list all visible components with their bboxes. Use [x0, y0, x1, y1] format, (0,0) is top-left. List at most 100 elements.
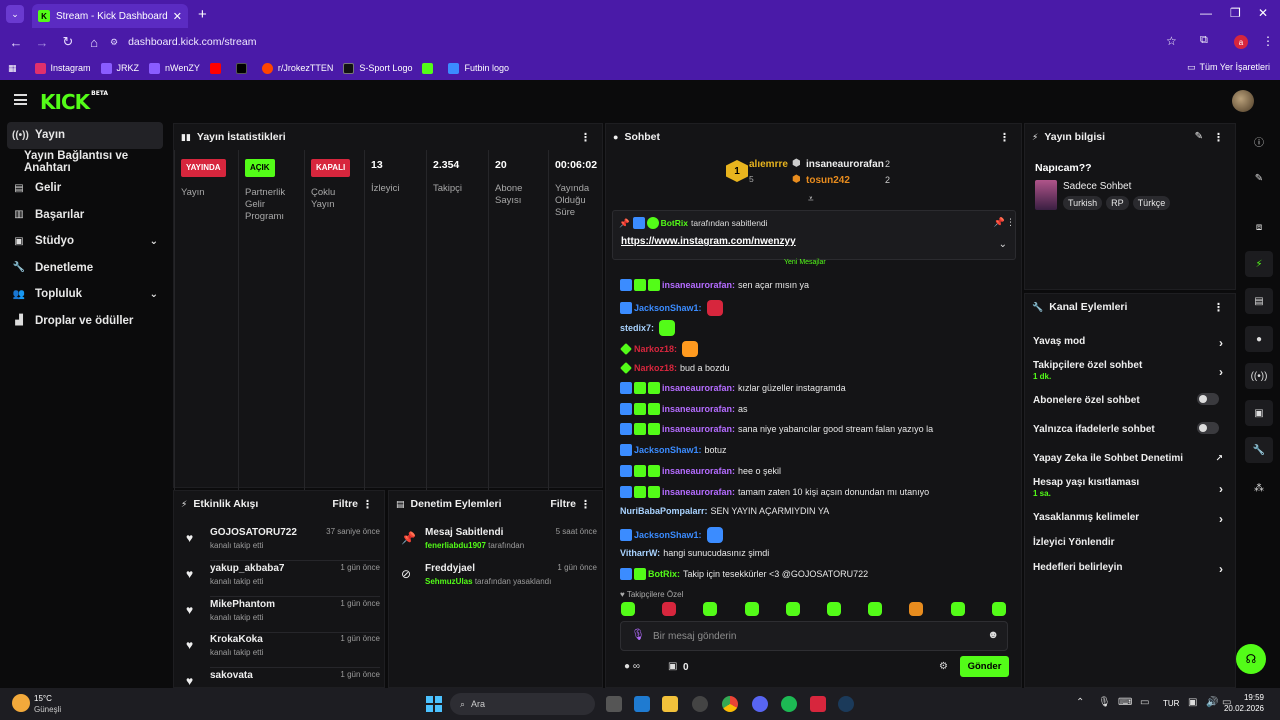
sidebar-item-denetleme[interactable]: 🔧 Denetleme: [0, 255, 170, 282]
home-icon[interactable]: ⌂: [82, 35, 106, 50]
sidebar-item-topluluk[interactable]: 👥 Topluluk ⌄: [0, 281, 170, 308]
more-icon[interactable]: ⋮: [362, 498, 373, 511]
chat-username[interactable]: Narkoz18:: [634, 344, 677, 354]
leader-2-name[interactable]: insaneaurorafan: [806, 159, 884, 170]
chat-username[interactable]: BotRix:: [648, 569, 680, 579]
extensions-icon[interactable]: ⧉: [1200, 34, 1208, 47]
category-name[interactable]: Sadece Sohbet: [1063, 181, 1131, 192]
pinned-link[interactable]: https://www.instagram.com/nwenzyy: [621, 236, 796, 247]
sidebar-item-stream-key[interactable]: Yayın Bağlantısı ve Anahtarı: [0, 149, 170, 176]
emote-button[interactable]: [703, 602, 718, 616]
clipboard-icon[interactable]: ▤: [1245, 288, 1273, 314]
chat-username[interactable]: insaneaurorafan:: [662, 383, 735, 393]
chrome-icon[interactable]: [722, 696, 738, 712]
tag[interactable]: Turkish: [1063, 196, 1103, 210]
new-tab-icon[interactable]: +: [198, 6, 207, 23]
tab-search-icon[interactable]: ⌄: [6, 5, 24, 23]
action-goals[interactable]: Hedefleri belirleyin ›: [1033, 562, 1227, 576]
volume-icon[interactable]: 🔊: [1206, 697, 1218, 708]
language-indicator[interactable]: TUR: [1163, 699, 1179, 708]
chat-bubble-icon[interactable]: ●: [1245, 326, 1273, 352]
forward-icon[interactable]: →: [30, 35, 54, 50]
edit-icon[interactable]: ✎: [1245, 165, 1273, 191]
bookmark-youtube-icon[interactable]: [209, 62, 226, 74]
tab-close-icon[interactable]: ✕: [173, 10, 182, 23]
screen-icon[interactable]: ⧈: [1245, 214, 1273, 240]
emote-button[interactable]: [950, 602, 965, 616]
app-icon[interactable]: [692, 696, 708, 712]
settings-icon[interactable]: ⚙: [939, 661, 948, 672]
category-thumbnail[interactable]: [1035, 180, 1057, 210]
chat-username[interactable]: insaneaurorafan:: [662, 280, 735, 290]
more-icon[interactable]: ⋮: [999, 131, 1010, 144]
bookmark-star-icon[interactable]: ☆: [1166, 34, 1177, 48]
emote-button[interactable]: [785, 602, 800, 616]
emoji-icon[interactable]: ☻: [987, 629, 999, 641]
chat-input-box[interactable]: 🎙 Bir mesaj gönderin ☻: [620, 621, 1008, 651]
action-emote-only[interactable]: Yalnızca ifadelerle sohbet: [1033, 422, 1227, 435]
weather-icon[interactable]: [12, 694, 30, 712]
chat-username[interactable]: JacksonShaw1:: [634, 530, 702, 540]
chat-username[interactable]: insaneaurorafan:: [662, 404, 735, 414]
site-info-icon[interactable]: ⚙: [110, 37, 118, 48]
chat-username[interactable]: insaneaurorafan:: [662, 487, 735, 497]
sidebar-item-droplar[interactable]: ▟ Droplar ve ödüller: [0, 308, 170, 335]
back-icon[interactable]: ←: [4, 35, 28, 50]
url-field[interactable]: ⚙ dashboard.kick.com/stream: [104, 30, 1184, 54]
lightning-icon[interactable]: ⚡: [1245, 251, 1273, 277]
leader-3-name[interactable]: tosun242: [806, 175, 850, 186]
close-window-icon[interactable]: ✕: [1258, 6, 1268, 20]
network-icon[interactable]: ▣: [1188, 697, 1197, 708]
bookmark-jrkz[interactable]: JRKZ: [100, 62, 139, 74]
bookmark-futbin[interactable]: Futbin logo: [448, 62, 509, 74]
game-app-icon[interactable]: [810, 696, 826, 712]
minimize-icon[interactable]: —: [1200, 6, 1212, 20]
chat-username[interactable]: NuriBabaPompalarr:: [620, 506, 708, 516]
kick-logo[interactable]: KICK BETA: [40, 90, 108, 114]
action-sub-chat[interactable]: Abonelere özel sohbet: [1033, 393, 1227, 406]
keyboard-icon[interactable]: ⌨: [1118, 697, 1132, 708]
steam-icon[interactable]: [838, 696, 854, 712]
emote-button[interactable]: [868, 602, 883, 616]
bookmark-kick-icon[interactable]: [422, 62, 438, 74]
browser-tab[interactable]: K Stream - Kick Dashboard ✕: [32, 4, 188, 28]
more-icon[interactable]: ⋮: [580, 498, 591, 511]
leader-1-name[interactable]: alıemrre: [749, 159, 788, 170]
bookmark-reddit[interactable]: r/JrokezTTEN: [261, 62, 333, 74]
info-icon[interactable]: ⓘ: [1245, 128, 1273, 154]
bookmark-instagram[interactable]: Instagram: [34, 62, 91, 74]
bookmark-nwenzy[interactable]: nWenZY: [149, 62, 200, 74]
more-icon[interactable]: ⋮: [580, 131, 591, 144]
emote-button[interactable]: [744, 602, 759, 616]
chat-username[interactable]: JacksonShaw1:: [634, 303, 702, 313]
action-banned-words[interactable]: Yasaklanmış kelimeler ›: [1033, 512, 1227, 526]
action-ai-moderation[interactable]: Yapay Zeka ile Sohbet Denetimi ↗: [1033, 453, 1227, 464]
tag[interactable]: Türkçe: [1132, 196, 1171, 210]
emote-button[interactable]: [662, 602, 677, 616]
clock-date[interactable]: 20.02.2026: [1222, 704, 1264, 713]
chat-username[interactable]: VitharrW:: [620, 548, 660, 558]
tag[interactable]: RP: [1106, 196, 1129, 210]
activity-filter-button[interactable]: Filtre: [332, 498, 358, 510]
bookmark-x-icon[interactable]: [235, 62, 252, 74]
discord-icon[interactable]: [752, 696, 768, 712]
chat-username[interactable]: JacksonShaw1:: [634, 445, 702, 455]
chat-username[interactable]: stedix7:: [620, 323, 654, 333]
emote-button[interactable]: [621, 602, 635, 616]
all-bookmarks[interactable]: ▭ Tüm Yer İşaretleri: [1187, 62, 1270, 73]
sidebar-item-gelir[interactable]: ▤ Gelir: [0, 175, 170, 202]
weather-temp[interactable]: 15°C: [34, 694, 52, 703]
maximize-icon[interactable]: ❐: [1230, 6, 1241, 20]
taskbar-search[interactable]: ⌕ Ara: [450, 693, 595, 715]
emote-button[interactable]: [909, 602, 924, 616]
more-icon[interactable]: ⋮: [1213, 131, 1224, 144]
support-icon[interactable]: ☊: [1236, 644, 1266, 674]
sidebar-item-basarilar[interactable]: ▥ Başarılar: [0, 202, 170, 229]
browser-menu-icon[interactable]: ⋮: [1262, 34, 1274, 48]
action-raid[interactable]: İzleyici Yönlendir: [1033, 537, 1227, 548]
explorer-icon[interactable]: [662, 696, 678, 712]
sidebar-item-yayin[interactable]: ((•)) Yayın: [7, 122, 163, 149]
user-avatar[interactable]: [1232, 90, 1254, 112]
spotify-icon[interactable]: [781, 696, 797, 712]
apps-grid-icon[interactable]: ▦: [8, 63, 17, 74]
